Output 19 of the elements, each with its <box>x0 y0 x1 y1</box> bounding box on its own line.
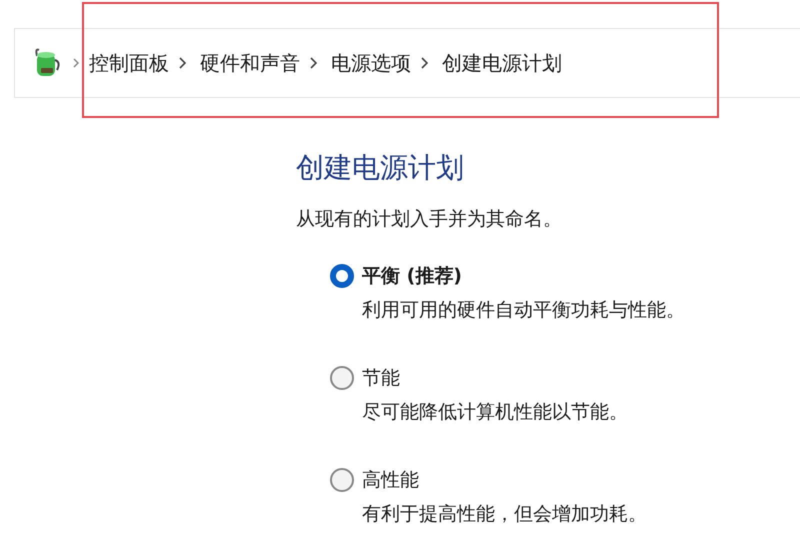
radio-button[interactable] <box>330 264 354 288</box>
plan-label: 节能 <box>362 366 400 391</box>
breadcrumb-item[interactable]: 控制面板 <box>89 48 169 78</box>
subtitle: 从现有的计划入手并为其命名。 <box>296 207 563 232</box>
plan-description: 利用可用的硬件自动平衡功耗与性能。 <box>361 298 686 323</box>
chevron-icon <box>310 57 317 69</box>
plan-description: 尽可能降低计算机性能以节能。 <box>361 400 629 425</box>
page-title: 创建电源计划 <box>296 150 465 186</box>
chevron-icon <box>421 57 428 69</box>
chevron-icon <box>73 58 79 68</box>
plan-label: 平衡 (推荐) <box>362 264 462 289</box>
radio-button[interactable] <box>330 366 354 390</box>
radio-button[interactable] <box>330 468 354 492</box>
plan-label: 高性能 <box>362 468 419 493</box>
breadcrumb-item[interactable]: 创建电源计划 <box>442 48 562 78</box>
chevron-icon <box>179 57 186 69</box>
breadcrumb-item[interactable]: 电源选项 <box>331 48 411 78</box>
plan-description: 有利于提高性能，但会增加功耗。 <box>361 502 648 527</box>
breadcrumb-item[interactable]: 硬件和声音 <box>200 48 300 78</box>
